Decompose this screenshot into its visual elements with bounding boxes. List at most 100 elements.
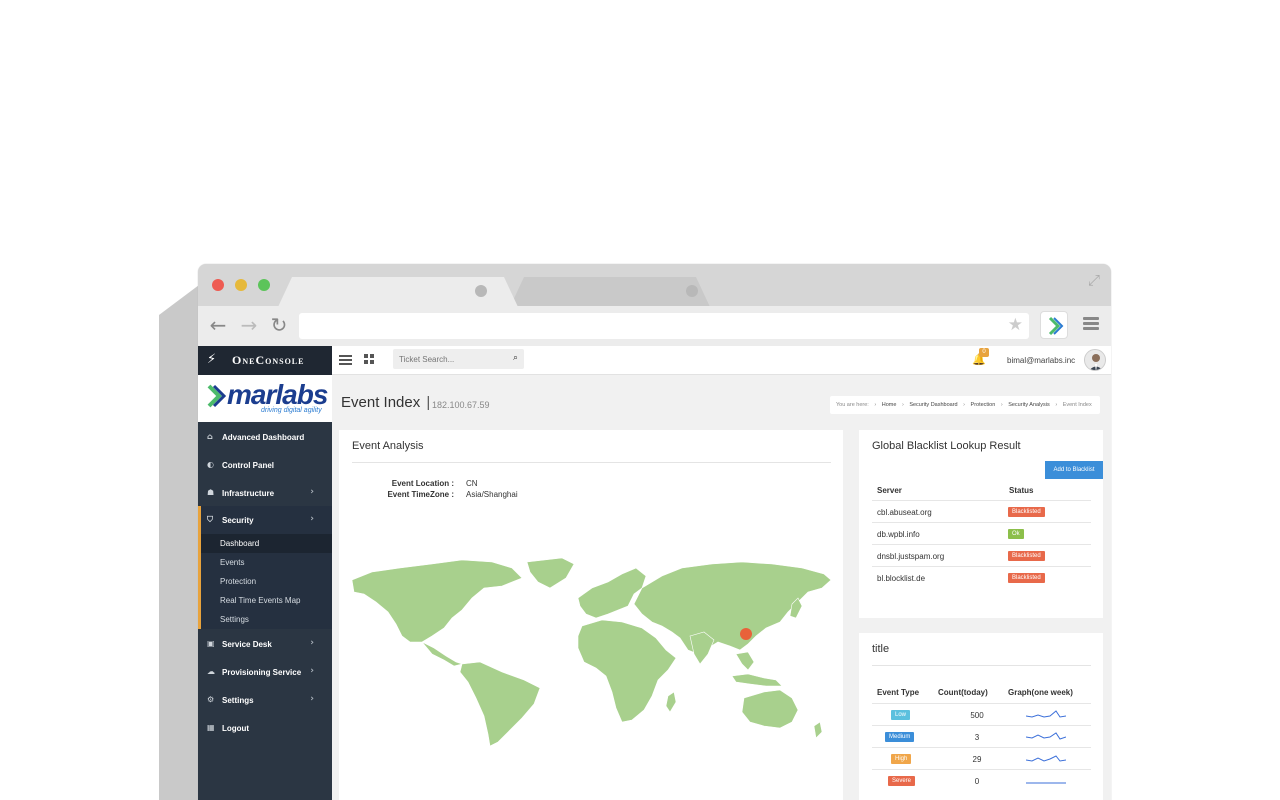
map-africa — [577, 619, 677, 723]
table-row: Severe 0 — [872, 769, 1091, 791]
sidebar: ⚡ OneConsole marlabs driving digital agi… — [198, 346, 332, 800]
submenu-item-settings[interactable]: Settings — [220, 615, 249, 624]
app-window: ⚡ OneConsole marlabs driving digital agi… — [198, 346, 1111, 800]
sidebar-toggle-icon[interactable] — [339, 355, 352, 365]
chevron-right-icon: › — [310, 487, 314, 497]
brand-bar[interactable]: ⚡ OneConsole — [198, 346, 332, 375]
app-topbar: ⌕ 🔔 0 bimal@marlabs.inc — [332, 346, 1111, 375]
sidebar-item-label: Infrastructure — [222, 489, 275, 498]
event-location-value: CN — [466, 479, 478, 488]
breadcrumb-current: Event Index — [1062, 402, 1092, 408]
user-email[interactable]: bimal@marlabs.inc — [1007, 356, 1075, 365]
event-count: 0 — [974, 777, 980, 786]
grid-view-icon[interactable] — [364, 354, 375, 365]
event-type-badge: Severe — [888, 776, 916, 786]
ticket-search: ⌕ — [393, 349, 524, 369]
sidebar-item-provisioning-service[interactable]: ☁ Provisioning Service › — [198, 658, 332, 686]
map-asia — [633, 561, 831, 655]
map-north-america — [352, 559, 523, 643]
breadcrumb-protection[interactable]: Protection — [971, 402, 996, 408]
minimize-window-button[interactable] — [235, 279, 247, 291]
event-analysis-panel: Event Analysis Event Location : CN Event… — [339, 430, 843, 800]
breadcrumb-security-dashboard[interactable]: Security Dashboard — [909, 402, 957, 408]
table-row: High 29 — [872, 747, 1091, 769]
table-row: db.wpbl.info Ok — [872, 522, 1091, 544]
submenu-item-real-time-events-map[interactable]: Real Time Events Map — [220, 596, 300, 605]
table-row: Medium 3 — [872, 725, 1091, 747]
event-location-marker[interactable] — [740, 628, 752, 640]
submenu-item-dashboard[interactable]: Dashboard — [201, 534, 332, 553]
avatar[interactable] — [1084, 349, 1106, 371]
page-title-text: Event Index — [341, 394, 421, 411]
briefcase-icon: ▣ — [207, 639, 215, 648]
sidebar-item-label: Service Desk — [222, 640, 272, 649]
map-south-america — [459, 661, 541, 747]
ticket-search-input[interactable] — [393, 349, 503, 369]
sidebar-item-infrastructure[interactable]: ☗ Infrastructure › — [198, 479, 332, 507]
map-indonesia — [731, 673, 783, 687]
screenshot-stage: ⤢ ← → ↻ ★ ⚡ OneConsole marlabs driving d… — [0, 0, 1280, 800]
sidebar-item-advanced-dashboard[interactable]: ⌂ Advanced Dashboard — [198, 423, 332, 451]
add-to-blacklist-button[interactable]: Add to Blacklist — [1045, 461, 1103, 479]
sidebar-item-logout[interactable]: ▦ Logout — [198, 714, 332, 742]
sparkline — [1026, 732, 1066, 740]
browser-tab-inactive[interactable] — [510, 277, 710, 307]
server-name: cbl.abuseat.org — [877, 508, 932, 517]
breadcrumb: You are here: › Home › Security Dashboar… — [830, 396, 1100, 414]
submenu-item-protection[interactable]: Protection — [220, 577, 256, 586]
table-row: Low 500 — [872, 703, 1091, 725]
status-badge: Blacklisted — [1008, 573, 1045, 583]
sidebar-item-label: Security — [222, 516, 254, 525]
sidebar-item-settings[interactable]: ⚙ Settings › — [198, 686, 332, 714]
map-india — [689, 631, 715, 665]
event-type-panel: title Event Type Count(today) Graph(one … — [859, 633, 1103, 800]
browser-titlebar: ⤢ — [198, 264, 1111, 307]
column-header-status: Status — [1009, 486, 1034, 495]
column-header-graph: Graph(one week) — [1008, 688, 1073, 697]
submenu-item-events[interactable]: Events — [220, 558, 244, 567]
url-bar[interactable]: ★ — [299, 313, 1029, 339]
event-location-label: Event Location : — [391, 479, 454, 488]
company-logo[interactable]: marlabs driving digital agility — [198, 375, 332, 422]
map-madagascar — [665, 691, 677, 713]
breadcrumb-home[interactable]: Home — [882, 402, 897, 408]
event-type-badge: Low — [891, 710, 911, 720]
tab-favicon-placeholder — [686, 285, 698, 297]
breadcrumb-prefix: You are here: — [836, 402, 869, 408]
search-icon[interactable]: ⌕ — [513, 353, 518, 363]
sidebar-item-security[interactable]: ⛉ Security › — [198, 506, 332, 534]
chevron-right-icon: › — [310, 638, 314, 648]
extension-icon[interactable] — [1040, 311, 1068, 339]
map-southeast-asia — [735, 651, 755, 671]
back-arrow-icon[interactable]: ← — [207, 314, 229, 336]
shield-icon: ⛉ — [207, 515, 213, 524]
event-timezone-value: Asia/Shanghai — [466, 490, 518, 499]
bookmark-star-icon[interactable]: ★ — [1008, 315, 1023, 335]
event-timezone-label: Event TimeZone : — [387, 490, 454, 499]
brand-name: OneConsole — [232, 353, 305, 367]
event-type-badge: Medium — [885, 732, 915, 742]
sidebar-item-label: Provisioning Service — [222, 668, 302, 677]
title-separator: | — [426, 394, 431, 411]
world-map[interactable] — [352, 558, 831, 748]
server-name: bl.blocklist.de — [877, 574, 926, 583]
gears-icon: ⚙ — [207, 695, 215, 704]
status-badge: Blacklisted — [1008, 507, 1045, 517]
forward-arrow-icon[interactable]: → — [238, 314, 260, 336]
breadcrumb-separator-icon: › — [901, 402, 904, 408]
panel-title: Global Blacklist Lookup Result — [872, 440, 1021, 452]
browser-window: ⤢ ← → ↻ ★ ⚡ OneConsole marlabs driving d… — [198, 264, 1111, 800]
close-window-button[interactable] — [212, 279, 224, 291]
fullscreen-icon[interactable]: ⤢ — [1085, 272, 1103, 290]
blacklist-panel: Global Blacklist Lookup Result Add to Bl… — [859, 430, 1103, 618]
sidebar-item-service-desk[interactable]: ▣ Service Desk › — [198, 630, 332, 658]
maximize-window-button[interactable] — [258, 279, 270, 291]
reload-icon[interactable]: ↻ — [268, 314, 290, 336]
browser-menu-icon[interactable] — [1083, 317, 1099, 331]
sidebar-item-control-panel[interactable]: ◐ Control Panel — [198, 451, 332, 479]
breadcrumb-security-analysis[interactable]: Security Analysis — [1008, 402, 1050, 408]
page-subtitle-ip: 182.100.67.59 — [432, 400, 490, 410]
divider — [352, 462, 831, 463]
server-name: dnsbl.justspam.org — [877, 552, 945, 561]
status-badge: Ok — [1008, 529, 1024, 539]
